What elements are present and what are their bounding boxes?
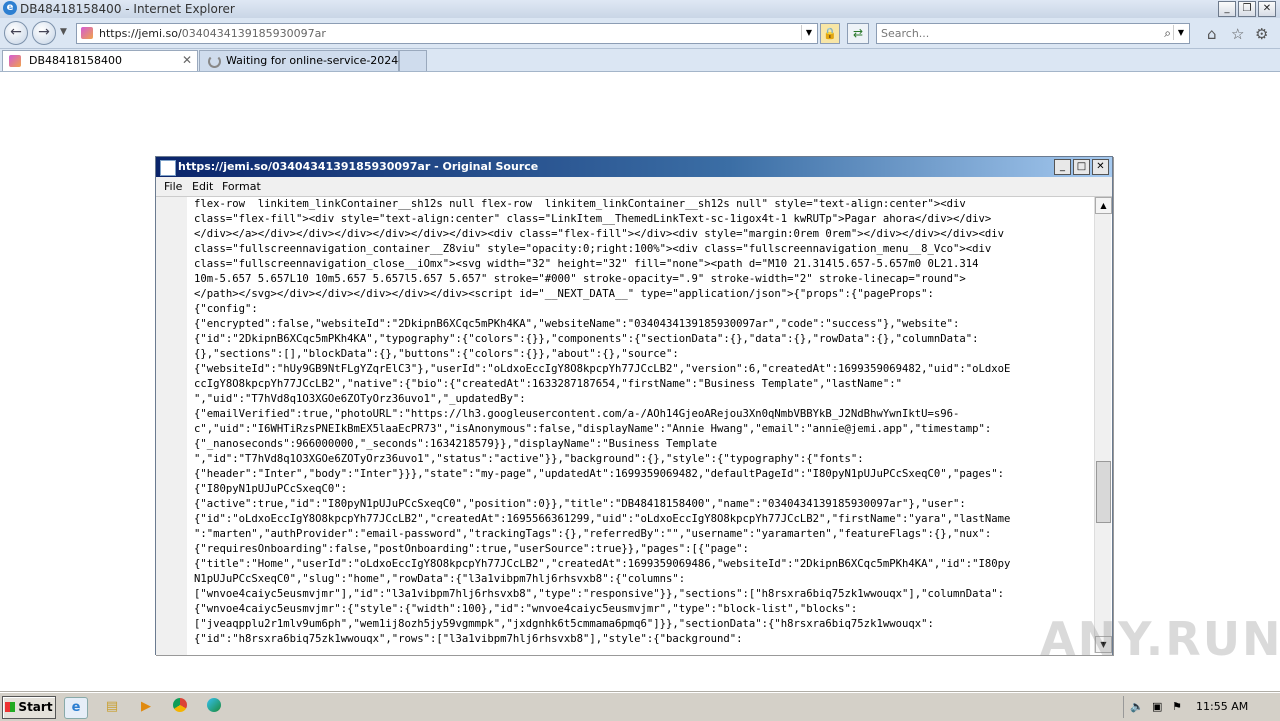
close-button[interactable]: ✕ [1258, 1, 1276, 17]
window-controls: _ ❐ ✕ [1218, 1, 1276, 17]
back-button[interactable]: ← [4, 21, 28, 45]
source-line: class="fullscreennavigation_container__Z… [194, 243, 992, 255]
window-title: DB48418158400 - Internet Explorer [20, 2, 235, 16]
source-code[interactable]: flex-row linkitem_linkContainer__sh12s n… [194, 197, 1094, 653]
taskbar-ie-icon[interactable]: e [64, 697, 88, 719]
volume-icon[interactable]: 🔈 [1130, 700, 1144, 713]
source-line: {"id":"h8rsxra6biq75zk1wwouqx","rows":["… [194, 633, 743, 645]
source-line: 10m-5.657 5.657L10 10m5.657 5.657l5.657 … [194, 273, 966, 285]
gear-icon[interactable]: ⚙ [1255, 25, 1268, 43]
source-line: {"active":true,"id":"I80pyN1pUJuPCcSxeqC… [194, 498, 966, 510]
source-minimize-button[interactable]: _ [1054, 159, 1071, 175]
address-dropdown-icon[interactable]: ▼ [801, 25, 816, 40]
source-line: class="flex-fill"><div style="text-align… [194, 213, 992, 225]
address-url[interactable]: https://jemi.so/0340434139185930097ar [99, 27, 326, 40]
tab-label: DB48418158400 [29, 54, 123, 67]
source-line: {"wnvoe4caiyc5eusmvjmr":{"style":{"width… [194, 603, 858, 615]
search-dropdown-icon[interactable]: ▼ [1173, 25, 1188, 40]
source-line: {"title":"Home","userId":"oLdxoEccIgY8O8… [194, 558, 1011, 570]
source-close-button[interactable]: ✕ [1092, 159, 1109, 175]
source-menu-bar: File Edit Format [156, 178, 1112, 196]
address-bar[interactable]: https://jemi.so/0340434139185930097ar ▼ [76, 23, 818, 44]
restore-button[interactable]: ❐ [1238, 1, 1256, 17]
watermark-logo: ANY.RUN [1040, 612, 1280, 666]
source-line: {"I80pyN1pUJuPCcSxeqC0": [194, 483, 348, 495]
start-label: Start [18, 700, 53, 714]
lock-icon[interactable]: 🔒 [820, 23, 840, 44]
tab-label: Waiting for online-service-2024-... [226, 54, 413, 67]
source-line: ":"marten","authProvider":"email-passwor… [194, 528, 992, 540]
refresh-button[interactable]: ⇄ [847, 23, 869, 44]
source-window-controls: _ □ ✕ [1054, 159, 1109, 175]
source-window-icon [160, 160, 176, 176]
source-maximize-button[interactable]: □ [1073, 159, 1090, 175]
source-line: {"websiteId":"hUy9GB9NtFLgYZqrElC3"},"us… [194, 363, 1011, 375]
navigation-bar: ← → ▼ https://jemi.so/034043413918593009… [0, 18, 1280, 49]
internet-explorer-icon: e [3, 1, 17, 15]
source-line: ["jveaqpplu2r1mlv9um6ph","wem1ij8ozh5jy5… [194, 618, 934, 630]
source-line: ","id":"T7hVd8q1O3XGOe6ZOTyOrz36uvo1","s… [194, 453, 864, 465]
source-gutter [156, 197, 187, 655]
menu-file[interactable]: File [164, 180, 182, 193]
source-content-area: flex-row linkitem_linkContainer__sh12s n… [156, 196, 1112, 655]
taskbar-media-player-icon[interactable]: ▶ [135, 697, 157, 717]
source-line: </path></svg></div></div></div></div></d… [194, 288, 934, 300]
source-line: {"id":"2DkipnB6XCqc5mPKh4KA","typography… [194, 333, 979, 345]
url-host: https://jemi.so/ [99, 27, 182, 40]
loading-spinner-icon [208, 55, 221, 68]
close-tab-icon[interactable]: ✕ [182, 53, 192, 67]
source-line: {"config": [194, 303, 258, 315]
source-line: {"id":"oLdxoEccIgY8O8kpcpYh77JCcLB2","cr… [194, 513, 1011, 525]
source-line: ","uid":"T7hVd8q1O3XGOe6ZOTyOrz36uvo1","… [194, 393, 526, 405]
history-dropdown-icon[interactable]: ▼ [60, 27, 67, 37]
source-line: {"encrypted":false,"websiteId":"2DkipnB6… [194, 318, 960, 330]
tab-waiting[interactable]: Waiting for online-service-2024-... [199, 50, 413, 71]
scroll-up-icon[interactable]: ▲ [1095, 197, 1112, 214]
search-icon[interactable]: ⌕ [1164, 26, 1171, 41]
taskbar-chrome-icon[interactable] [169, 697, 191, 717]
source-line: {"header":"Inter","body":"Inter"}}},"sta… [194, 468, 1005, 480]
view-source-window: https://jemi.so/0340434139185930097ar - … [155, 156, 1113, 655]
source-line: {"_nanoseconds":966000000,"_seconds":163… [194, 438, 717, 450]
source-line: flex-row linkitem_linkContainer__sh12s n… [194, 198, 966, 210]
network-icon[interactable]: ▣ [1152, 700, 1162, 713]
action-center-flag-icon[interactable]: ⚑ [1172, 700, 1182, 713]
site-favicon-icon [81, 27, 93, 39]
start-button[interactable]: Start [2, 696, 56, 719]
source-line: ["wnvoe4caiyc5eusmvjmr"],"id":"l3a1vibpm… [194, 588, 1005, 600]
source-line: {},"sections":[],"blockData":{},"buttons… [194, 348, 679, 360]
source-line: c","uid":"I6WHTiRzsPNEIkBmEX5laaEcPR73",… [194, 423, 992, 435]
tab-db48418158400[interactable]: DB48418158400 ✕ [2, 50, 198, 71]
menu-format[interactable]: Format [222, 180, 261, 193]
minimize-button[interactable]: _ [1218, 1, 1236, 17]
favorites-star-icon[interactable]: ☆ [1231, 25, 1244, 43]
source-line: </div></a></div></div></div></div></div>… [194, 228, 1005, 240]
new-tab-button[interactable] [399, 50, 427, 71]
source-window-title-bar: https://jemi.so/0340434139185930097ar - … [156, 157, 1112, 177]
source-line: {"requiresOnboarding":false,"postOnboard… [194, 543, 749, 555]
source-line: ccIgY8O8kpcpYh77JCcLB2","native":{"bio":… [194, 378, 902, 390]
scroll-thumb[interactable] [1096, 461, 1111, 523]
menu-edit[interactable]: Edit [192, 180, 213, 193]
taskbar-edge-icon[interactable] [203, 697, 225, 717]
vertical-scrollbar[interactable]: ▲ ▼ [1094, 197, 1112, 653]
source-line: class="fullscreennavigation_close__iOmx"… [194, 258, 979, 270]
browser-title-bar: e DB48418158400 - Internet Explorer _ ❐ … [0, 0, 1280, 19]
taskbar: Start e ▤ ▶ 🔈 ▣ ⚑ 11:55 AM [0, 692, 1280, 721]
search-box[interactable]: Search... ⌕ ▼ [876, 23, 1190, 44]
url-path: 0340434139185930097ar [181, 27, 326, 40]
search-input[interactable]: Search... [881, 27, 929, 40]
source-window-title: https://jemi.so/0340434139185930097ar - … [178, 160, 539, 173]
home-icon[interactable]: ⌂ [1207, 25, 1217, 43]
source-line: {"emailVerified":true,"photoURL":"https:… [194, 408, 960, 420]
windows-flag-icon [5, 702, 16, 712]
source-line: N1pUJuPCcSxeqC0","slug":"home","rowData"… [194, 573, 686, 585]
tab-favicon-icon [9, 55, 21, 67]
clock[interactable]: 11:55 AM [1196, 700, 1248, 713]
taskbar-explorer-icon[interactable]: ▤ [101, 697, 123, 717]
forward-button[interactable]: → [32, 21, 56, 45]
system-tray: 🔈 ▣ ⚑ 11:55 AM [1123, 696, 1280, 718]
tab-bar: DB48418158400 ✕ Waiting for online-servi… [0, 49, 1280, 72]
